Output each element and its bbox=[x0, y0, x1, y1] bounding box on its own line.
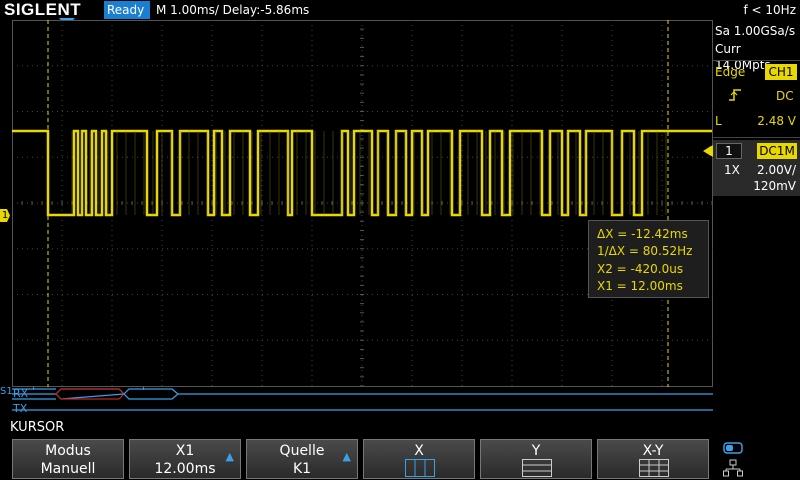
system-status-area bbox=[715, 439, 798, 479]
sample-rate: Sa 1.00GSa/s bbox=[715, 24, 796, 38]
x-cursor-softkey[interactable]: X bbox=[363, 439, 475, 479]
bus-label: S1 bbox=[0, 386, 13, 397]
probe-attenuation: 1X bbox=[724, 163, 740, 177]
xy-cursor-softkey[interactable]: X-Y bbox=[597, 439, 709, 479]
delta-x-readout: ΔX = -12.42ms bbox=[597, 227, 688, 241]
x1-readout: X1 = 12.00ms bbox=[597, 279, 683, 293]
trigger-coupling[interactable]: DC bbox=[776, 88, 794, 104]
softkey-value: Manuell bbox=[40, 461, 96, 477]
panel-divider bbox=[713, 60, 800, 61]
timebase-readout[interactable]: M 1.00ms/ Delay:-5.86ms bbox=[156, 0, 309, 20]
bus-rx-label: RX bbox=[13, 387, 29, 400]
frequency-counter: f < 10Hz bbox=[743, 3, 797, 17]
softkey-value: K1 bbox=[292, 461, 312, 477]
source-softkey[interactable]: Quelle K1 ▲ bbox=[246, 439, 358, 479]
x-cursor-icon bbox=[405, 459, 435, 477]
rising-edge-icon bbox=[729, 89, 741, 101]
trigger-level-value[interactable]: 2.48 V bbox=[757, 113, 796, 129]
run-status-badge[interactable]: Ready bbox=[104, 1, 150, 19]
y-cursor-softkey[interactable]: Y bbox=[480, 439, 592, 479]
cursor-measurement-box: ΔX = -12.42ms 1/ΔX = 80.52Hz X2 = -420.0… bbox=[588, 220, 709, 298]
channel-coupling-badge: DC1M bbox=[757, 143, 797, 159]
vertical-scale: 2.00V/ bbox=[757, 163, 796, 177]
x2-readout: X2 = -420.0us bbox=[597, 262, 684, 276]
serial-bus-decode bbox=[12, 388, 713, 411]
channel-number: 1 bbox=[716, 143, 742, 159]
softkey-label: Quelle bbox=[279, 443, 325, 459]
network-icon bbox=[723, 459, 743, 477]
bus-rx-tick: ' bbox=[32, 385, 36, 398]
cursor-mode-icon bbox=[723, 442, 743, 454]
up-arrow-icon: ▲ bbox=[225, 450, 234, 463]
trigger-type[interactable]: Edge bbox=[715, 64, 745, 80]
status-bar: SIGLENT Ready M 1.00ms/ Delay:-5.86ms f … bbox=[0, 0, 800, 20]
mode-softkey[interactable]: Modus Manuell bbox=[12, 439, 124, 479]
y-cursor-icon bbox=[522, 459, 552, 477]
softkey-label: X-Y bbox=[642, 443, 664, 459]
panel-divider bbox=[713, 137, 800, 138]
bus-rx-tick: ' bbox=[142, 385, 146, 398]
channel1-offset-marker[interactable]: 1 bbox=[0, 209, 10, 222]
softkey-label: Y bbox=[531, 443, 541, 459]
softkey-value: 12.00ms bbox=[154, 461, 216, 477]
channel-active-marker bbox=[703, 146, 711, 156]
softkey-label: Modus bbox=[45, 443, 91, 459]
inverse-delta-x-readout: 1/ΔX = 80.52Hz bbox=[597, 244, 693, 258]
trigger-level-label: L bbox=[715, 114, 722, 128]
menu-title: KURSOR bbox=[10, 420, 65, 435]
xy-cursor-icon bbox=[639, 459, 669, 477]
trigger-source-badge[interactable]: CH1 bbox=[765, 64, 797, 80]
brand-logo: SIGLENT bbox=[4, 0, 82, 19]
x1-softkey[interactable]: X1 12.00ms ▲ bbox=[129, 439, 241, 479]
up-arrow-icon: ▲ bbox=[342, 450, 351, 463]
softkey-label: X1 bbox=[175, 443, 195, 459]
softkey-label: X bbox=[414, 443, 424, 459]
bus-tx-label: TX bbox=[13, 402, 28, 415]
vertical-offset: 120mV bbox=[753, 179, 796, 193]
